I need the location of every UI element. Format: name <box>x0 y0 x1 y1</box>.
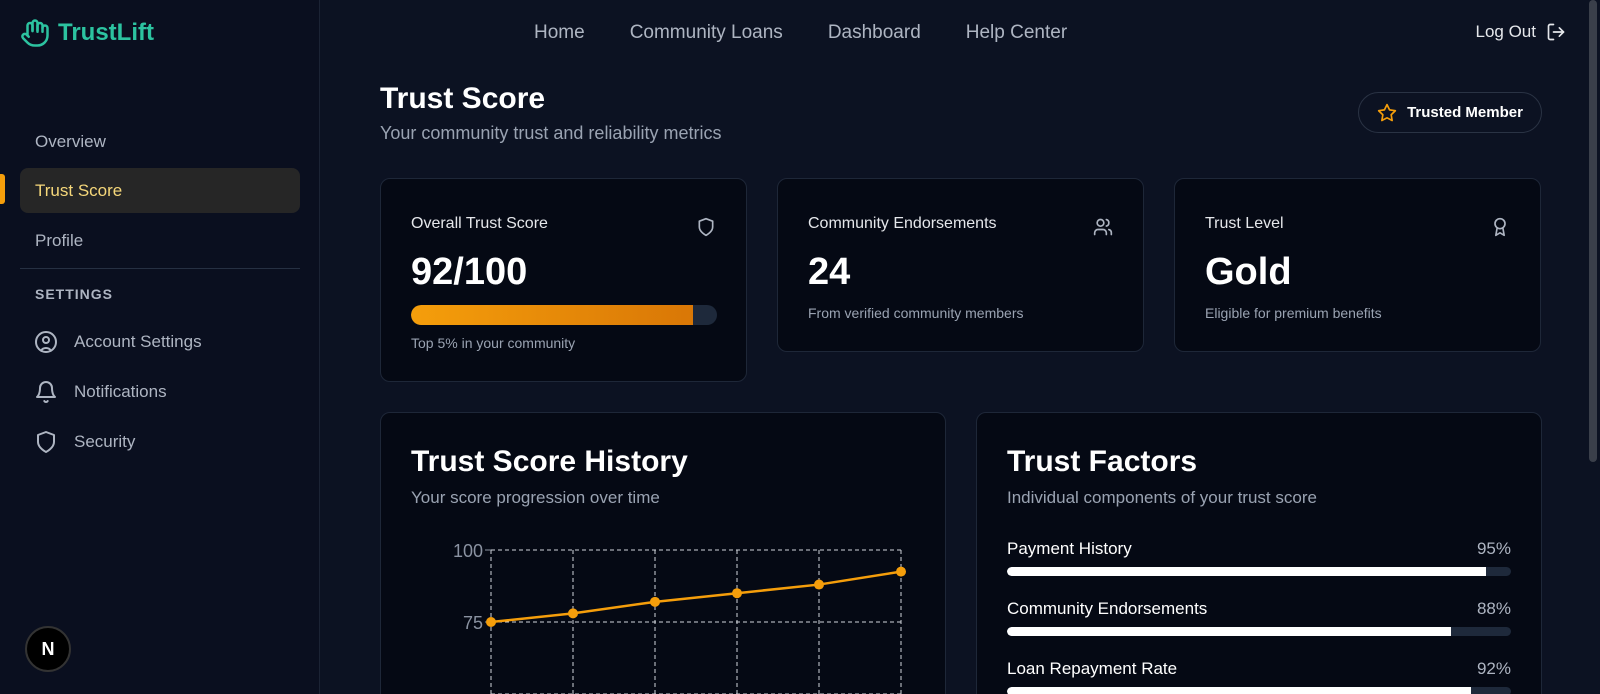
card-value: 92/100 <box>411 251 528 293</box>
scrollbar-thumb[interactable] <box>1589 0 1597 462</box>
sidebar: TrustLift Overview Trust Score Profile S… <box>0 0 320 694</box>
page-title: Trust Score <box>380 82 546 115</box>
bell-icon <box>36 381 56 403</box>
star-icon <box>1377 103 1397 121</box>
factor-percent: 88% <box>1476 599 1511 618</box>
factor-label: Payment History <box>1007 539 1132 558</box>
factor-item: Payment History 95% <box>1007 539 1511 576</box>
card-note: From verified community members <box>808 305 1024 321</box>
settings-section-title: SETTINGS <box>35 286 114 302</box>
hand-icon <box>21 19 49 47</box>
factor-label: Community Endorsements <box>1007 599 1208 618</box>
factor-bar-fill <box>1007 627 1451 636</box>
top-nav: Home Community Loans Dashboard Help Cent… <box>534 22 1067 44</box>
sidebar-item-overview[interactable]: Overview <box>20 119 300 164</box>
series-line <box>490 570 902 624</box>
logout-icon <box>1547 23 1565 41</box>
sidebar-item-security[interactable]: Security <box>34 430 135 454</box>
card-note: Eligible for premium benefits <box>1205 305 1382 321</box>
shield-icon <box>37 431 55 453</box>
framework-badge[interactable]: N <box>25 626 71 672</box>
page-subtitle: Your community trust and reliability met… <box>380 123 722 143</box>
active-indicator <box>0 174 5 204</box>
sidebar-item-profile[interactable]: Profile <box>20 218 300 263</box>
trust-progress-fill <box>411 305 693 325</box>
factor-bar <box>1007 687 1511 694</box>
card-label: Trust Level <box>1205 215 1284 232</box>
badge-letter: N <box>41 638 55 659</box>
logout-button[interactable]: Log Out <box>1476 22 1567 42</box>
data-point <box>486 617 496 627</box>
y-tick-label: 75 <box>463 613 483 633</box>
history-panel: Trust Score History Your score progressi… <box>380 412 946 694</box>
y-tick-label: 100 <box>453 541 483 561</box>
factor-bar-fill <box>1007 687 1471 694</box>
overall-trust-card: Overall Trust Score 92/100 Top 5% in you… <box>380 178 747 382</box>
factor-item: Loan Repayment Rate 92% <box>1007 659 1511 694</box>
users-icon <box>1093 218 1113 236</box>
brand-name: TrustLift <box>58 19 154 46</box>
sidebar-item-label: Trust Score <box>35 180 123 200</box>
nav-link-dashboard[interactable]: Dashboard <box>828 22 921 44</box>
panel-subtitle: Individual components of your trust scor… <box>1007 488 1317 507</box>
trust-level-card: Trust Level Gold Eligible for premium be… <box>1174 178 1541 352</box>
sidebar-item-label: Security <box>74 432 136 451</box>
data-point <box>650 596 660 607</box>
sidebar-item-label: Notifications <box>74 382 167 401</box>
card-label: Community Endorsements <box>808 215 997 232</box>
card-value: 24 <box>808 251 851 293</box>
user-circle-icon <box>35 331 57 353</box>
endorsements-card: Community Endorsements 24 From verified … <box>777 178 1144 352</box>
factors-panel: Trust Factors Individual components of y… <box>976 412 1542 694</box>
factor-bar <box>1007 567 1511 576</box>
nav-link-help-center[interactable]: Help Center <box>966 22 1067 44</box>
data-point <box>732 588 742 599</box>
factor-label: Loan Repayment Rate <box>1007 659 1178 678</box>
trusted-member-badge: Trusted Member <box>1358 92 1542 133</box>
data-point <box>896 566 906 577</box>
factor-item: Community Endorsements 88% <box>1007 599 1511 636</box>
card-value: Gold <box>1205 251 1292 293</box>
trust-progress-bar <box>411 305 717 325</box>
sidebar-item-label: Account Settings <box>74 332 202 351</box>
factor-bar <box>1007 627 1511 636</box>
sidebar-item-label: Profile <box>35 230 84 250</box>
factor-percent: 95% <box>1476 539 1511 558</box>
sidebar-item-trust-score[interactable]: Trust Score <box>20 168 300 213</box>
data-point <box>814 579 824 590</box>
panel-title: Trust Factors <box>1007 445 1198 478</box>
factor-percent: 92% <box>1476 659 1511 678</box>
logout-label: Log Out <box>1475 22 1537 41</box>
sidebar-item-notifications[interactable]: Notifications <box>34 380 167 404</box>
trust-history-chart: 100 75 <box>453 541 906 694</box>
data-point <box>568 608 578 619</box>
nav-link-community-loans[interactable]: Community Loans <box>630 22 783 44</box>
brand-logo[interactable]: TrustLift <box>20 18 154 48</box>
factor-bar-fill <box>1007 567 1486 576</box>
nav-link-home[interactable]: Home <box>534 22 585 44</box>
badge-label: Trusted Member <box>1407 104 1523 121</box>
sidebar-divider <box>20 268 300 269</box>
sidebar-item-account-settings[interactable]: Account Settings <box>34 330 202 354</box>
card-note: Top 5% in your community <box>411 335 576 351</box>
card-label: Overall Trust Score <box>411 215 548 232</box>
award-icon <box>1494 217 1506 237</box>
page-scrollbar[interactable] <box>1586 0 1600 694</box>
sidebar-item-label: Overview <box>35 131 106 151</box>
shield-icon <box>698 217 714 237</box>
